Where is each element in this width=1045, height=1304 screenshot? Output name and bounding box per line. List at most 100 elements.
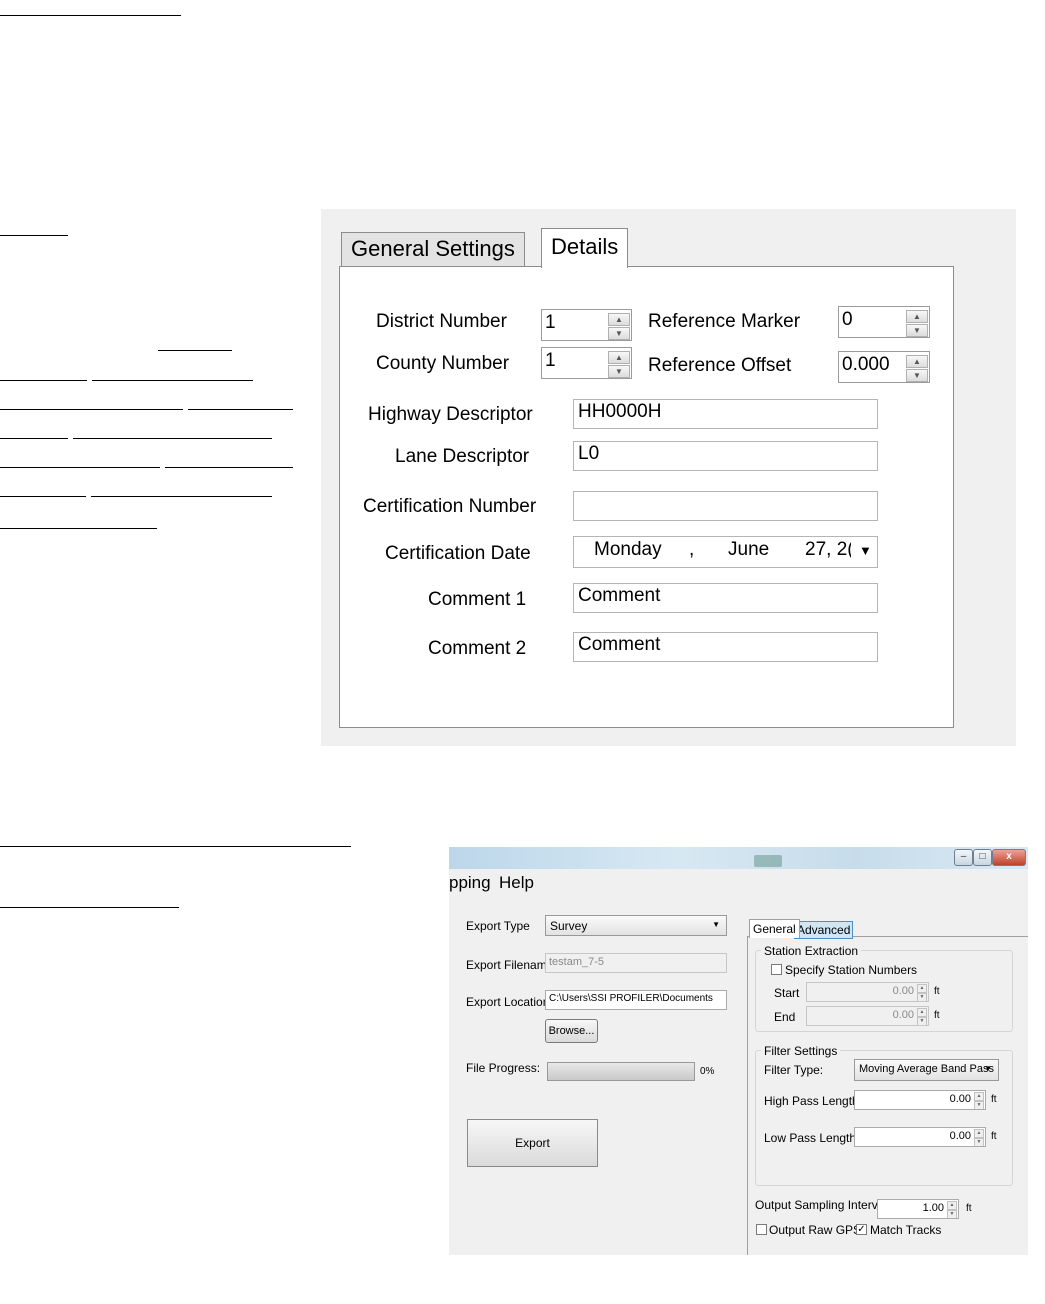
specify-station-numbers-checkbox[interactable] [771, 964, 782, 975]
output-raw-gps-label: Output Raw GPS [769, 1223, 862, 1237]
spin-up-icon[interactable]: ▲ [906, 309, 928, 323]
spin-up-icon[interactable]: ▲ [917, 1008, 927, 1017]
low-pass-length-input[interactable]: 0.00 ▲ ▼ [854, 1127, 986, 1147]
comment2-label: Comment 2 [428, 638, 527, 659]
spin-down-icon[interactable]: ▼ [906, 368, 928, 382]
browse-button[interactable]: Browse... [545, 1019, 598, 1043]
start-input[interactable]: 0.00 ▲ ▼ [806, 982, 929, 1002]
filter-type-select[interactable]: Moving Average Band Pass ▼ [854, 1059, 999, 1081]
details-dialog: General Settings Details District Number… [321, 209, 1016, 746]
date-weekday: Monday [594, 539, 662, 560]
minimize-button[interactable]: – [954, 849, 973, 866]
export-button[interactable]: Export [467, 1119, 598, 1167]
details-tab-content: District Number 1 ▲ ▼ Reference Marker 0 … [339, 266, 954, 728]
output-sampling-interval-value: 1.00 [922, 1202, 944, 1214]
highway-descriptor-input[interactable]: HH0000H [573, 399, 878, 429]
spin-down-icon[interactable]: ▼ [906, 323, 928, 337]
match-tracks-checkbox[interactable]: ✓ [856, 1224, 867, 1235]
output-sampling-interval-input[interactable]: 1.00 ▲ ▼ [877, 1199, 959, 1219]
reference-marker-value: 0 [842, 309, 853, 330]
doc-underline [91, 496, 272, 497]
export-filename-label: Export Filename [466, 958, 554, 972]
certification-date-picker[interactable]: Monday , June 27, 2( ▼ [573, 536, 878, 568]
close-button[interactable]: x [992, 849, 1026, 866]
maximize-button[interactable]: □ [973, 849, 992, 866]
dropdown-arrow-icon: ▼ [984, 1064, 992, 1073]
tab-details[interactable]: Details [541, 228, 629, 268]
spin-up-icon[interactable]: ▲ [974, 1092, 984, 1101]
high-pass-length-input[interactable]: 0.00 ▲ ▼ [854, 1090, 986, 1110]
county-number-spinner[interactable]: 1 ▲ ▼ [541, 347, 632, 379]
certification-number-label: Certification Number [363, 496, 537, 517]
district-number-spinner[interactable]: 1 ▲ ▼ [541, 309, 632, 341]
comment1-label: Comment 1 [428, 589, 527, 610]
spin-up-icon[interactable]: ▲ [906, 354, 928, 368]
county-number-value: 1 [545, 350, 556, 371]
highway-descriptor-label: Highway Descriptor [368, 404, 533, 425]
comment1-input[interactable]: Comment [573, 583, 878, 613]
title-bar[interactable]: – □ x [449, 847, 1028, 869]
doc-underline [0, 907, 179, 908]
lane-descriptor-label: Lane Descriptor [395, 446, 530, 467]
lane-descriptor-input[interactable]: L0 [573, 441, 878, 471]
tab-general-settings[interactable]: General Settings [341, 232, 525, 266]
comment2-input[interactable]: Comment [573, 632, 878, 662]
file-progress-percent: 0% [700, 1066, 715, 1077]
end-input[interactable]: 0.00 ▲ ▼ [806, 1006, 929, 1026]
output-sampling-interval-label: Output Sampling Interval [755, 1198, 888, 1212]
reference-marker-spinner[interactable]: 0 ▲ ▼ [838, 306, 930, 338]
doc-underline [158, 350, 232, 351]
spin-up-icon[interactable]: ▲ [608, 350, 630, 364]
spin-up-icon[interactable]: ▲ [917, 984, 927, 993]
reference-marker-label: Reference Marker [648, 311, 801, 332]
spin-down-icon[interactable]: ▼ [608, 326, 630, 340]
high-pass-length-value: 0.00 [949, 1093, 971, 1105]
tab-general[interactable]: General [749, 919, 800, 938]
match-tracks-label: Match Tracks [870, 1223, 942, 1237]
doc-underline [0, 15, 181, 16]
spin-up-icon[interactable]: ▲ [947, 1201, 957, 1210]
certification-date-label: Certification Date [385, 543, 531, 564]
output-raw-gps-checkbox[interactable] [756, 1224, 767, 1235]
filter-type-value: Moving Average Band Pass [859, 1063, 994, 1075]
certification-number-input[interactable] [573, 491, 878, 521]
menu-item-help[interactable]: Help [499, 873, 534, 893]
tab-advanced[interactable]: Advanced [794, 921, 854, 939]
spin-down-icon[interactable]: ▼ [917, 993, 927, 1001]
spin-up-icon[interactable]: ▲ [608, 312, 630, 326]
station-extraction-title: Station Extraction [761, 944, 862, 958]
export-type-select[interactable]: Survey ▼ [545, 915, 727, 936]
doc-underline [92, 380, 253, 381]
dropdown-arrow-icon[interactable]: ▼ [859, 543, 872, 558]
doc-underline [0, 846, 351, 847]
spin-down-icon[interactable]: ▼ [947, 1210, 957, 1218]
spin-down-icon[interactable]: ▼ [608, 364, 630, 378]
titlebar-logo-icon [754, 855, 782, 867]
spin-down-icon[interactable]: ▼ [974, 1138, 984, 1146]
specify-station-numbers-label: Specify Station Numbers [785, 963, 918, 977]
output-sampling-interval-unit: ft [966, 1203, 972, 1214]
date-separator: , [689, 539, 695, 560]
export-type-value: Survey [550, 919, 588, 933]
spin-down-icon[interactable]: ▼ [974, 1101, 984, 1109]
low-pass-length-unit: ft [991, 1131, 997, 1142]
reference-offset-spinner[interactable]: 0.000 ▲ ▼ [838, 351, 930, 383]
start-label: Start [774, 986, 800, 1000]
district-number-label: District Number [376, 311, 507, 332]
export-location-label: Export Location [466, 995, 550, 1009]
county-number-label: County Number [376, 353, 510, 374]
date-month: June [728, 539, 770, 560]
doc-underline [0, 235, 68, 236]
export-location-input[interactable]: C:\Users\SSI PROFILER\Documents [545, 990, 727, 1010]
start-unit: ft [934, 986, 940, 997]
doc-underline [73, 438, 272, 439]
export-filename-input[interactable]: testam_7-5 [545, 953, 727, 973]
high-pass-length-label: High Pass Length: [764, 1094, 863, 1108]
spin-down-icon[interactable]: ▼ [917, 1017, 927, 1025]
spin-up-icon[interactable]: ▲ [974, 1129, 984, 1138]
reference-offset-value: 0.000 [842, 354, 890, 375]
menu-item-mapping[interactable]: pping [449, 873, 491, 893]
doc-underline [165, 467, 293, 468]
doc-underline [0, 467, 160, 468]
doc-underline [0, 528, 157, 529]
